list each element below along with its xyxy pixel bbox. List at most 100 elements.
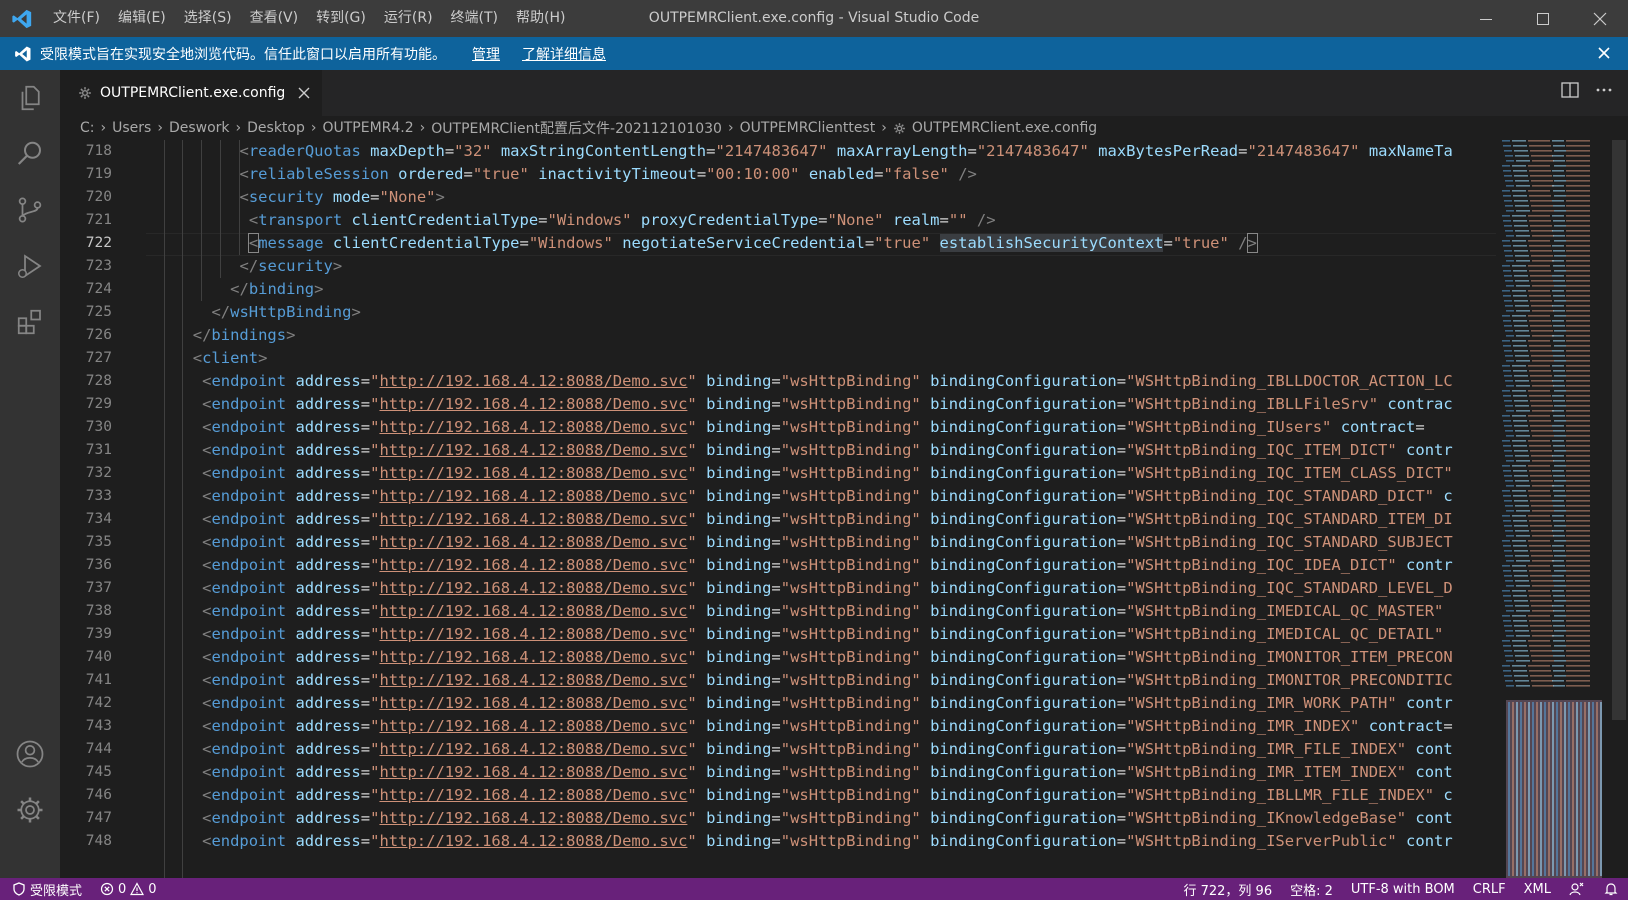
code-line[interactable]: <endpoint address="http://192.168.4.12:8…	[202, 531, 1453, 554]
breadcrumb-item[interactable]: OUTPEMRClient配置后文件-202112101030	[431, 118, 722, 138]
minimap-line	[1554, 225, 1566, 227]
more-actions-icon[interactable]	[1594, 80, 1614, 104]
code-line[interactable]: <endpoint address="http://192.168.4.12:8…	[202, 623, 1443, 646]
minimap-line	[1554, 270, 1566, 272]
run-debug-icon[interactable]	[0, 238, 60, 294]
code-line[interactable]: <endpoint address="http://192.168.4.12:8…	[202, 600, 1443, 623]
code-line[interactable]: <endpoint address="http://192.168.4.12:8…	[202, 508, 1453, 531]
minimap-line	[1553, 400, 1565, 402]
code-line[interactable]: <endpoint address="http://192.168.4.12:8…	[202, 554, 1453, 577]
menu-item[interactable]: 选择(S)	[175, 0, 241, 37]
breadcrumb-item[interactable]: OUTPEMRClient.exe.config	[912, 120, 1097, 136]
code-token: contr	[1396, 694, 1453, 712]
search-icon[interactable]	[0, 126, 60, 182]
breadcrumb-item[interactable]: OUTPEMR4.2	[322, 120, 413, 136]
code-line[interactable]: <endpoint address="http://192.168.4.12:8…	[202, 485, 1453, 508]
breadcrumb-item[interactable]: Users	[112, 120, 151, 136]
code-line[interactable]: <endpoint address="http://192.168.4.12:8…	[202, 669, 1453, 692]
code-line[interactable]: <endpoint address="http://192.168.4.12:8…	[202, 807, 1453, 830]
code-line[interactable]: <endpoint address="http://192.168.4.12:8…	[202, 646, 1453, 669]
menu-item[interactable]: 运行(R)	[375, 0, 442, 37]
file-encoding[interactable]: UTF-8 with BOM	[1342, 882, 1464, 897]
menu-item[interactable]: 编辑(E)	[109, 0, 175, 37]
code-token: =	[1116, 648, 1127, 666]
code-line[interactable]: <endpoint address="http://192.168.4.12:8…	[202, 416, 1425, 439]
menu-item[interactable]: 文件(F)	[44, 0, 109, 37]
minimap-line	[1554, 210, 1566, 212]
code-token: endpoint	[211, 763, 287, 781]
menu-item[interactable]: 转到(G)	[307, 0, 375, 37]
code-line[interactable]: <client>	[193, 347, 268, 370]
code-line[interactable]: <endpoint address="http://192.168.4.12:8…	[202, 462, 1453, 485]
tab-close-button[interactable]	[297, 86, 311, 100]
vertical-scrollbar[interactable]	[1612, 140, 1626, 878]
minimap-line	[1554, 645, 1566, 647]
restricted-mode-status[interactable]: 受限模式	[0, 878, 93, 900]
code-line[interactable]: <endpoint address="http://192.168.4.12:8…	[202, 692, 1453, 715]
minimize-button[interactable]	[1457, 0, 1514, 37]
minimap-line	[1566, 320, 1590, 322]
code-line[interactable]: <endpoint address="http://192.168.4.12:8…	[202, 439, 1453, 462]
language-mode[interactable]: XML	[1515, 882, 1560, 897]
code-line[interactable]: <endpoint address="http://192.168.4.12:8…	[202, 715, 1453, 738]
code-line[interactable]: <transport clientCredentialType="Windows…	[249, 209, 996, 232]
banner-manage-link[interactable]: 管理	[472, 44, 500, 64]
menu-item[interactable]: 帮助(H)	[507, 0, 574, 37]
code-line[interactable]: </wsHttpBinding>	[211, 301, 360, 324]
code-line[interactable]: </bindings>	[193, 324, 296, 347]
breadcrumb-item[interactable]: Desktop	[247, 120, 305, 136]
code-area[interactable]: <readerQuotas maxDepth="32" maxStringCon…	[146, 140, 1550, 878]
minimap-line	[1516, 385, 1530, 387]
code-line[interactable]: <endpoint address="http://192.168.4.12:8…	[202, 738, 1453, 761]
endpoint-binding-config: WSHttpBinding_IQC_STANDARD_ITEM_DI	[1135, 510, 1453, 528]
minimap-line	[1530, 325, 1552, 327]
banner-close-button[interactable]	[1594, 43, 1614, 63]
minimap-line	[1515, 655, 1529, 657]
explorer-icon[interactable]	[0, 70, 60, 126]
problems-status[interactable]: 0 0	[92, 882, 165, 897]
breadcrumb-item[interactable]: OUTPEMRClienttest	[740, 120, 876, 136]
menu-item[interactable]: 终端(T)	[442, 0, 507, 37]
cursor-position[interactable]: 行 722，列 96	[1174, 880, 1281, 899]
code-line[interactable]: <endpoint address="http://192.168.4.12:8…	[202, 784, 1453, 807]
code-line[interactable]: <security mode="None">	[240, 186, 445, 209]
code-line[interactable]: <readerQuotas maxDepth="32" maxStringCon…	[240, 140, 1453, 163]
settings-gear-icon[interactable]	[0, 782, 60, 838]
breadcrumb-item[interactable]: C:	[80, 120, 95, 136]
banner-learn-more-link[interactable]: 了解详细信息	[522, 44, 606, 64]
code-line[interactable]: <endpoint address="http://192.168.4.12:8…	[202, 370, 1453, 393]
code-line[interactable]: </security>	[240, 255, 343, 278]
code-token: =	[874, 165, 884, 183]
minimap-line	[1532, 702, 1534, 876]
code-line[interactable]: <endpoint address="http://192.168.4.12:8…	[202, 577, 1453, 600]
close-window-button[interactable]	[1571, 0, 1628, 37]
tab-outpemrclient-config[interactable]: OUTPEMRClient.exe.config	[60, 70, 322, 116]
source-control-icon[interactable]	[0, 182, 60, 238]
extensions-icon[interactable]	[0, 294, 60, 350]
code-line[interactable]: <reliableSession ordered="true" inactivi…	[240, 163, 977, 186]
code-editor[interactable]: 718 719 720 721 722 723 724 725 726 727 728 729 730 7…	[60, 140, 1628, 878]
minimap[interactable]	[1496, 140, 1606, 878]
scrollbar-thumb[interactable]	[1612, 140, 1626, 720]
code-line[interactable]: <endpoint address="http://192.168.4.12:8…	[202, 830, 1453, 853]
account-icon[interactable]	[0, 726, 60, 782]
code-line[interactable]: <endpoint address="http://192.168.4.12:8…	[202, 761, 1453, 784]
code-line[interactable]: </binding>	[230, 278, 323, 301]
notifications-bell-icon[interactable]	[1594, 881, 1628, 897]
minimap-line	[1531, 330, 1553, 332]
minimap-line	[1504, 400, 1512, 402]
minimap-line	[1532, 510, 1554, 512]
indentation[interactable]: 空格: 2	[1281, 880, 1342, 899]
maximize-button[interactable]	[1514, 0, 1571, 37]
end-of-line[interactable]: CRLF	[1464, 882, 1515, 897]
split-editor-icon[interactable]	[1560, 80, 1580, 104]
minimap-line	[1553, 325, 1565, 327]
code-token: endpoint	[211, 395, 287, 413]
breadcrumb-item[interactable]: Deswork	[169, 120, 230, 136]
minimap-line	[1528, 265, 1550, 267]
feedback-icon[interactable]	[1560, 881, 1594, 897]
code-line[interactable]: <message clientCredentialType="Windows" …	[247, 232, 1258, 255]
minimap-line	[1553, 295, 1565, 297]
code-line[interactable]: <endpoint address="http://192.168.4.12:8…	[202, 393, 1453, 416]
menu-item[interactable]: 查看(V)	[241, 0, 308, 37]
